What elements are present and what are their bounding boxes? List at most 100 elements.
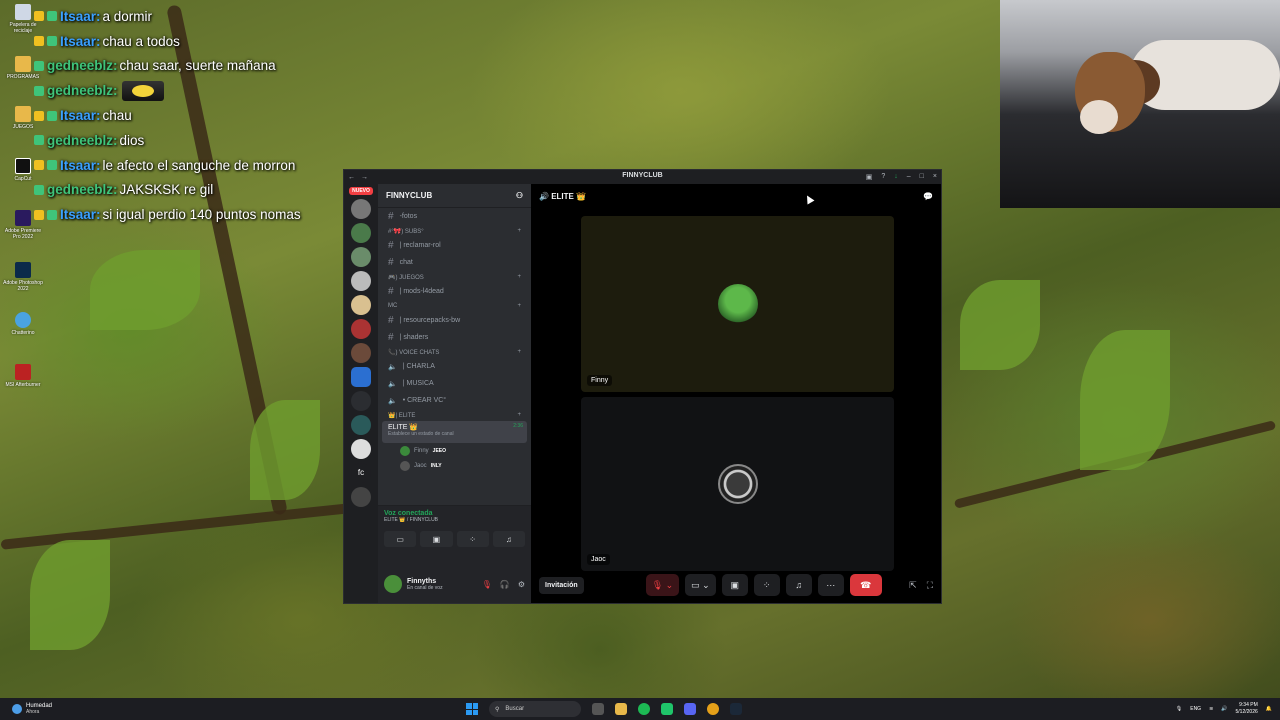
voice-member[interactable]: Finny JEEO bbox=[378, 443, 531, 458]
task-view-icon[interactable] bbox=[592, 703, 604, 715]
voice-channel-item[interactable]: 🔈 | MUSICA bbox=[378, 375, 531, 392]
clock-date: 5/12/2026 bbox=[1235, 709, 1258, 715]
voice-location[interactable]: ELITE 👑 / FINNYCLUB bbox=[384, 517, 525, 523]
chat-overlay: Itsaar: a dormir Itsaar: chau a todos gedn… bbox=[34, 4, 301, 227]
server-icon[interactable] bbox=[351, 247, 371, 267]
soundboard-toggle[interactable]: ♫ bbox=[785, 574, 812, 596]
add-channel-icon[interactable]: + bbox=[517, 349, 521, 355]
add-member-icon[interactable]: ⚇ bbox=[516, 191, 523, 200]
avatar[interactable] bbox=[384, 575, 402, 593]
app-icon[interactable] bbox=[661, 703, 673, 715]
channel-item[interactable]: # | shaders bbox=[378, 329, 531, 346]
fullscreen-icon[interactable]: ⛶ bbox=[927, 580, 933, 591]
back-arrow-icon[interactable]: ← bbox=[348, 174, 355, 181]
start-button[interactable] bbox=[466, 703, 478, 715]
channel-item[interactable]: # | reclamar-rol bbox=[378, 237, 531, 254]
more-options[interactable]: ⋯ bbox=[817, 574, 844, 596]
spotify-icon[interactable] bbox=[638, 703, 650, 715]
server-icon[interactable] bbox=[351, 439, 371, 459]
chrome-icon[interactable] bbox=[707, 703, 719, 715]
discord-icon[interactable] bbox=[684, 703, 696, 715]
notifications-icon[interactable]: 🔔 bbox=[1266, 706, 1272, 712]
camera-toggle[interactable]: ▭ ⌄ bbox=[685, 574, 716, 596]
volume-icon[interactable]: 🔊 bbox=[1221, 706, 1227, 712]
invite-button[interactable]: Invitación bbox=[539, 576, 584, 594]
forward-arrow-icon[interactable]: → bbox=[361, 174, 368, 181]
wifi-icon[interactable]: ≋ bbox=[1209, 706, 1213, 712]
disconnect-button[interactable]: ☎ bbox=[849, 574, 882, 596]
server-icon[interactable] bbox=[351, 223, 371, 243]
channel-item[interactable]: # | mods-l4dead bbox=[378, 283, 531, 300]
channel-category[interactable]: MC + bbox=[378, 300, 531, 312]
mic-icon[interactable]: 🎙 bbox=[1176, 706, 1182, 712]
gift-badge-icon bbox=[47, 209, 57, 220]
server-icon[interactable] bbox=[351, 415, 371, 435]
weather-widget[interactable]: Humedad Ahora bbox=[0, 703, 52, 715]
username: Finnyths bbox=[407, 577, 437, 585]
weather-sub: Ahora bbox=[26, 709, 40, 715]
headset-icon[interactable]: 🎧 bbox=[500, 580, 510, 589]
voice-channel-active[interactable]: ELITE 👑 2:36 Establece un estado de canal bbox=[382, 421, 527, 443]
popout-icon[interactable]: ⇱ bbox=[909, 580, 917, 591]
mic-muted-icon[interactable]: 🎙 bbox=[482, 580, 492, 589]
voice-member[interactable]: Jaoc INLY bbox=[378, 458, 531, 473]
server-icon[interactable] bbox=[351, 295, 371, 315]
chat-user: gedneeblz: bbox=[47, 132, 118, 148]
camera-button[interactable]: ▭ bbox=[384, 531, 417, 547]
add-channel-icon[interactable]: + bbox=[517, 274, 521, 280]
add-channel-icon[interactable]: + bbox=[517, 412, 521, 418]
screen-share-toggle[interactable]: ▣ bbox=[721, 574, 748, 596]
server-folder-icon[interactable] bbox=[351, 391, 371, 411]
search-box[interactable]: ⚲ Buscar bbox=[489, 701, 581, 717]
taskbar: Humedad Ahora ⚲ Buscar 🎙 ENG ≋ 🔊 9:34 PM … bbox=[0, 698, 1280, 720]
maximize-icon[interactable]: □ bbox=[920, 173, 924, 181]
mic-muted-icon: 🎙 ⌄ bbox=[651, 579, 674, 590]
add-channel-icon[interactable]: + bbox=[517, 303, 521, 309]
language-indicator[interactable]: ENG bbox=[1190, 706, 1201, 712]
minimize-icon[interactable]: – bbox=[907, 173, 911, 181]
channel-category[interactable]: #°🎀) SUBS° + bbox=[378, 225, 531, 237]
channel-item[interactable]: # chat bbox=[378, 254, 531, 271]
server-icon[interactable] bbox=[351, 343, 371, 363]
add-channel-icon[interactable]: + bbox=[517, 228, 521, 234]
mute-toggle[interactable]: 🎙 ⌄ bbox=[645, 574, 680, 596]
bg-leaf bbox=[960, 280, 1040, 370]
activities-toggle[interactable]: ⁘ bbox=[753, 574, 780, 596]
screen-share-button[interactable]: ▣ bbox=[420, 531, 453, 547]
voice-channel-item[interactable]: 🔈 | CHARLA bbox=[378, 358, 531, 375]
desktop-icon-photoshop[interactable]: Adobe Photoshop 2022 bbox=[2, 262, 44, 292]
participant-tile[interactable]: Jaoc bbox=[581, 397, 894, 571]
sub-badge-icon bbox=[34, 36, 44, 47]
channel-category[interactable]: 📞) VOICE CHATS + bbox=[378, 346, 531, 358]
server-icon[interactable] bbox=[351, 199, 371, 219]
desktop-icon-chatterino[interactable]: Chatterino bbox=[2, 312, 44, 336]
desktop-icon-afterburner[interactable]: MSI Afterburner bbox=[2, 364, 44, 388]
download-icon[interactable]: ↓ bbox=[894, 173, 898, 181]
channel-item[interactable]: # | resourcepacks-bw bbox=[378, 312, 531, 329]
soundboard-button[interactable]: ♫ bbox=[492, 531, 525, 547]
voice-channel-item[interactable]: 🔈 • CREAR VC° bbox=[378, 392, 531, 409]
help-icon[interactable]: ? bbox=[881, 173, 885, 181]
chat-bubble-icon[interactable]: 💬 bbox=[923, 192, 933, 201]
server-header[interactable]: FINNYCLUB ⚇ bbox=[378, 184, 531, 208]
server-icon[interactable] bbox=[351, 487, 371, 507]
file-explorer-icon[interactable] bbox=[615, 703, 627, 715]
server-icon[interactable] bbox=[351, 271, 371, 291]
channel-status-hint[interactable]: Establece un estado de canal bbox=[388, 431, 454, 437]
chat-message: si igual perdio 140 puntos nomas bbox=[102, 207, 301, 223]
server-icon[interactable]: fc bbox=[351, 463, 371, 483]
activities-button[interactable]: ⁘ bbox=[456, 531, 489, 547]
settings-gear-icon[interactable]: ⚙ bbox=[518, 580, 525, 589]
server-icon[interactable] bbox=[351, 319, 371, 339]
server-icon[interactable] bbox=[351, 367, 371, 387]
participant-tile[interactable]: Finny bbox=[581, 216, 894, 392]
chat-line: gedneeblz: chau saar, suerte mañana bbox=[34, 54, 301, 79]
steam-icon[interactable] bbox=[730, 703, 742, 715]
gift-badge-icon bbox=[47, 160, 57, 171]
channel-category[interactable]: 👑| ELITE + bbox=[378, 409, 531, 421]
inbox-icon[interactable]: ▣ bbox=[866, 173, 873, 181]
channel-category[interactable]: 🎮) JUEGOS + bbox=[378, 271, 531, 283]
close-icon[interactable]: × bbox=[933, 173, 937, 181]
clock[interactable]: 9:34 PM 5/12/2026 bbox=[1236, 702, 1258, 716]
channel-item[interactable]: # -fotos bbox=[378, 208, 531, 225]
